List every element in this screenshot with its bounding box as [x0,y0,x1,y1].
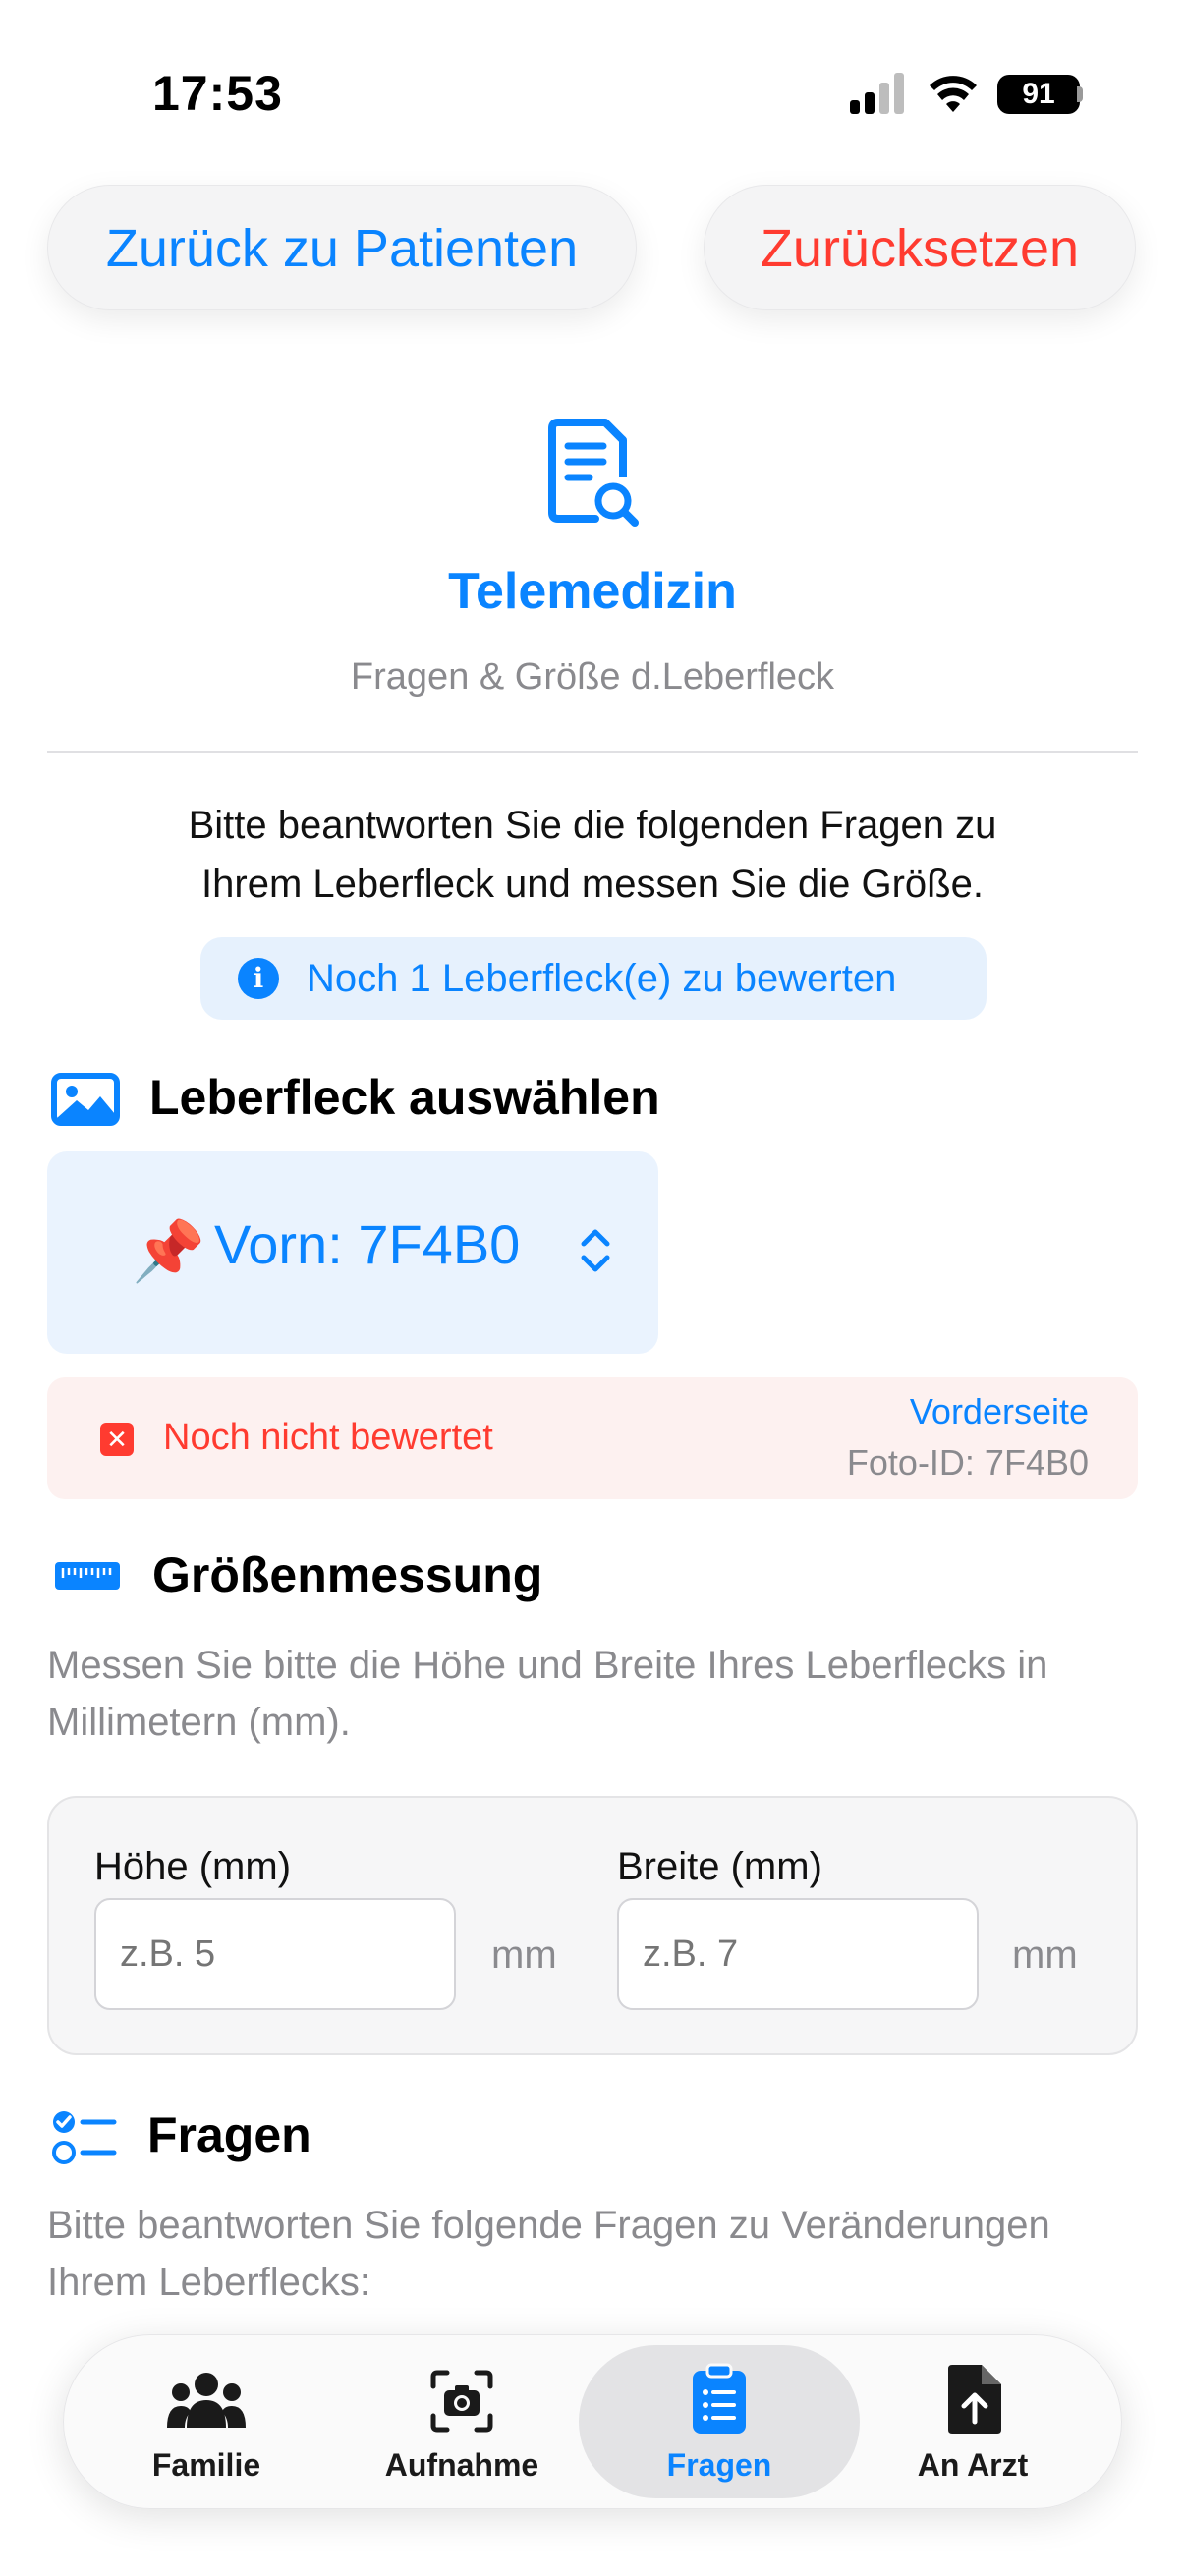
width-unit: mm [1012,1933,1078,1977]
questions-description-line-1: Bitte beantworten Sie folgende Fragen zu… [47,2204,1050,2247]
questions-description-line-2: Ihrem Leberflecks: [47,2261,371,2304]
page-title: Telemedizin [448,563,737,620]
photo-id-label: Foto-ID: 7F4B0 [846,1442,1089,1483]
intro-line-1: Bitte beantworten Sie die folgenden Frag… [188,804,997,847]
measure-description-line-1: Messen Sie bitte die Höhe und Breite Ihr… [47,1644,1048,1687]
tab-an-arzt[interactable]: An Arzt [850,2335,1096,2508]
evaluation-status-text: Noch nicht bewertet [163,1417,493,1458]
evaluation-status: ✕ Noch nicht bewertet Vorderseite Foto-I… [47,1377,1138,1499]
not-rated-x-icon: ✕ [100,1423,134,1456]
info-icon: i [238,958,279,999]
mole-side-label: Vorderseite [909,1391,1089,1431]
photo-icon [51,1073,120,1126]
measure-description-line-2: Millimetern (mm). [47,1701,351,1744]
questions-heading: Fragen [147,2107,311,2162]
people-icon [167,2373,246,2428]
select-mole-heading: Leberfleck auswählen [149,1070,660,1125]
measurement-card: Höhe (mm) mm Breite (mm) mm [47,1796,1138,2055]
page-subtitle: Fragen & Größe d.Leberfleck [350,656,835,698]
back-to-patients-button[interactable]: Zurück zu Patienten [47,185,637,310]
divider [47,751,1138,753]
chevron-up-down-icon [581,1229,610,1272]
camera-icon [430,2370,493,2433]
wifi-icon [930,76,977,112]
mole-picker-value: Vorn: 7F4B0 [214,1213,521,1275]
remaining-moles-text: Noch 1 Leberfleck(e) zu bewerten [307,957,897,1000]
questions-description: Bitte beantworten Sie folgende Fragen zu… [47,2197,1157,2311]
tab-bar: Familie Aufnahme Fragen An Arzt [63,2334,1122,2509]
pushpin-icon: 📌 [132,1218,205,1284]
remaining-moles-badge: i Noch 1 Leberfleck(e) zu bewerten [200,937,987,1020]
intro-line-2: Ihrem Leberfleck und messen Sie die Größ… [201,863,984,906]
height-label: Höhe (mm) [94,1845,292,1888]
battery-cap [1077,86,1083,102]
width-label: Breite (mm) [617,1845,822,1888]
size-measurement-heading: Größenmessung [152,1547,543,1602]
ruler-icon [55,1562,120,1590]
width-input[interactable] [617,1898,979,2010]
status-time: 17:53 [152,66,283,121]
tab-familie[interactable]: Familie [84,2335,329,2508]
height-input[interactable] [94,1898,456,2010]
tab-familie-label: Familie [151,2447,261,2483]
tab-aufnahme[interactable]: Aufnahme [339,2335,585,2508]
document-search-icon [548,419,639,527]
mole-picker[interactable]: 📌 Vorn: 7F4B0 [47,1151,658,1354]
intro-text: Bitte beantworten Sie die folgenden Frag… [79,796,1106,914]
tab-aufnahme-label: Aufnahme [384,2447,539,2483]
tab-fragen[interactable]: Fragen [596,2335,842,2508]
reset-button[interactable]: Zurücksetzen [704,185,1136,310]
tab-an-arzt-label: An Arzt [917,2447,1029,2483]
height-unit: mm [491,1933,557,1977]
checklist-icon [52,2111,117,2164]
document-upload-icon [948,2365,1001,2434]
tab-fragen-label: Fragen [666,2447,772,2483]
cellular-signal-icon [850,73,904,114]
battery-icon: 91 [997,75,1080,114]
clipboard-list-icon [693,2363,746,2434]
measure-description: Messen Sie bitte die Höhe und Breite Ihr… [47,1637,1157,1751]
